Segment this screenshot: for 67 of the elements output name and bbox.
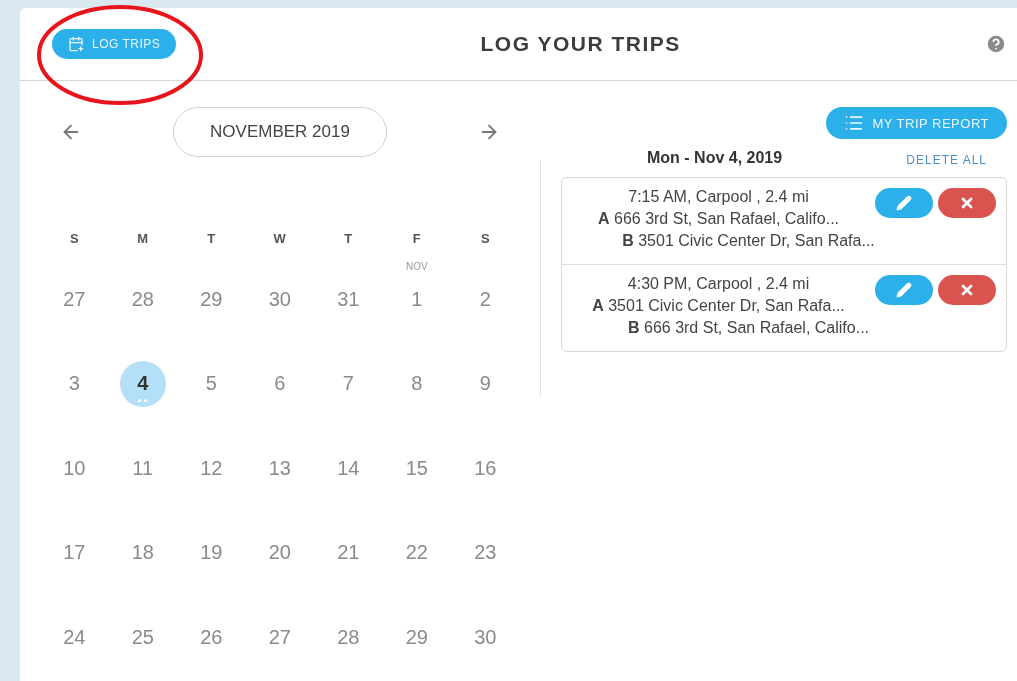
calendar-day[interactable]: 25 xyxy=(119,614,166,660)
weekday-label: T xyxy=(207,231,216,246)
weekday-label: T xyxy=(344,231,353,246)
trip-destination: B 666 3rd St, San Rafael, Califo... xyxy=(628,319,869,337)
calendar-day[interactable]: 23 xyxy=(462,529,509,576)
trip-destination: B 3501 Civic Center Dr, San Rafa... xyxy=(622,232,875,250)
trip-report-button[interactable]: MY TRIP REPORT xyxy=(826,107,1007,139)
calendar-day[interactable]: 7 xyxy=(325,360,372,407)
delete-button[interactable] xyxy=(938,275,996,305)
help-icon[interactable] xyxy=(985,33,1007,55)
calendar-day[interactable]: 27 xyxy=(256,614,303,660)
calendar-day[interactable]: 16 xyxy=(462,445,509,491)
weekday-label: W xyxy=(273,231,286,246)
calendar-day[interactable]: 20 xyxy=(256,529,303,576)
page-title: LOG YOUR TRIPS xyxy=(479,32,682,56)
calendar-day[interactable]: 22 xyxy=(393,529,440,576)
month-label: NOV xyxy=(405,261,428,272)
calendar-day[interactable]: 21 xyxy=(325,529,372,576)
trip-origin: A 3501 Civic Center Dr, San Rafa... xyxy=(592,297,845,315)
pencil-icon xyxy=(896,282,912,298)
weekday-label: S xyxy=(69,231,79,246)
calendar-day[interactable]: 10 xyxy=(51,445,98,491)
calendar-day[interactable]: 4 xyxy=(119,360,166,407)
close-icon xyxy=(959,195,975,211)
calendar-day[interactable]: 17 xyxy=(51,529,98,576)
calendar-day[interactable]: 19 xyxy=(188,529,235,576)
weekday-label: S xyxy=(480,231,490,246)
calendar-day[interactable]: 24 xyxy=(51,614,98,660)
calendar-day[interactable]: 2 xyxy=(462,276,509,322)
calendar-day[interactable]: 6 xyxy=(256,360,303,407)
weekday-label: F xyxy=(412,231,421,246)
list-icon xyxy=(844,113,865,133)
close-icon xyxy=(959,282,975,298)
weekday-label: M xyxy=(137,231,149,246)
calendar-day[interactable]: 27 xyxy=(51,276,98,322)
trip-summary: 4:30 PM, Carpool , 2.4 mi xyxy=(627,275,810,293)
calendar-day[interactable]: 5 xyxy=(188,360,235,407)
delete-button[interactable] xyxy=(938,188,996,218)
calendar-day[interactable]: 30 xyxy=(256,276,303,322)
calendar-day[interactable]: 12 xyxy=(188,445,235,491)
calendar-day[interactable]: 30 xyxy=(462,614,509,660)
calendar-day[interactable]: 13 xyxy=(256,445,303,491)
calendar-day[interactable]: 29 xyxy=(188,276,235,322)
pencil-icon xyxy=(896,195,912,211)
calendar-day[interactable]: 29 xyxy=(393,614,440,660)
trip-dots-icon xyxy=(138,398,148,402)
month-selector[interactable]: NOVEMBER 2019 xyxy=(173,107,387,157)
edit-button[interactable] xyxy=(875,275,933,305)
calendar-plus-icon xyxy=(68,36,84,52)
calendar-day[interactable]: 1 xyxy=(393,276,440,322)
calendar-day[interactable]: 14 xyxy=(325,445,372,491)
delete-all-link[interactable]: DELETE ALL xyxy=(906,153,987,167)
calendar-day[interactable]: 26 xyxy=(188,614,235,660)
calendar-day[interactable]: 31 xyxy=(325,276,372,322)
calendar-day[interactable]: 18 xyxy=(119,529,166,576)
trip-summary: 7:15 AM, Carpool , 2.4 mi xyxy=(628,188,809,206)
calendar-day[interactable]: 28 xyxy=(325,614,372,660)
trip-origin: A 666 3rd St, San Rafael, Califo... xyxy=(598,210,839,228)
edit-button[interactable] xyxy=(875,188,933,218)
calendar-day[interactable]: 11 xyxy=(119,445,166,491)
log-trips-button[interactable]: LOG TRIPS xyxy=(52,29,177,59)
calendar-day[interactable]: 28 xyxy=(119,276,166,322)
calendar-day[interactable]: 9 xyxy=(462,360,509,407)
calendar-day[interactable]: 15 xyxy=(393,445,440,491)
calendar-day[interactable]: 3 xyxy=(51,360,98,407)
calendar-day[interactable]: 8 xyxy=(393,360,440,407)
selected-date: Mon - Nov 4, 2019 xyxy=(647,149,783,167)
